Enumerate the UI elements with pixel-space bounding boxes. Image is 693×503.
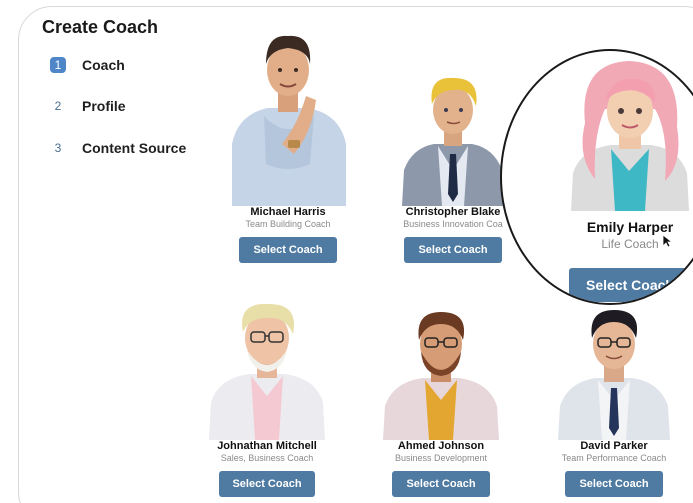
coach-name: Emily Harper: [586, 219, 674, 235]
coach-card-ahmed-johnson: Ahmed Johnson Business Development Selec…: [381, 308, 501, 497]
step-number: 2: [54, 99, 62, 113]
coach-role: Team Building Coach: [245, 219, 331, 229]
select-coach-button[interactable]: Select Coach: [404, 237, 502, 263]
step-number: 3: [54, 141, 62, 155]
coach-name: Christopher Blake: [405, 206, 501, 218]
coach-avatar: [209, 303, 325, 440]
coach-avatar: [558, 310, 670, 440]
select-coach-button[interactable]: Select Coach: [565, 471, 663, 497]
coach-card-michael-harris: Michael Harris Team Building Coach Selec…: [228, 24, 348, 263]
step-content-source[interactable]: 3 Content Source: [50, 140, 187, 156]
coach-name: David Parker: [580, 440, 648, 452]
coach-avatar: [402, 77, 504, 206]
coach-name: Johnathan Mitchell: [217, 440, 317, 452]
step-profile[interactable]: 2 Profile: [50, 98, 126, 114]
coach-card-david-parker: David Parker Team Performance Coach Sele…: [554, 306, 674, 497]
step-coach[interactable]: 1 Coach: [50, 57, 125, 73]
select-coach-button[interactable]: Select Coach: [569, 268, 691, 302]
coach-role: Business Development: [394, 453, 488, 463]
step-label: Profile: [82, 98, 126, 114]
select-coach-button[interactable]: Select Coach: [219, 471, 315, 497]
coach-card-emily-harper: Emily Harper Life Coach Select Coach: [542, 53, 693, 302]
coach-name: Michael Harris: [250, 206, 326, 218]
step-label: Coach: [82, 57, 125, 73]
coach-card-johnathan-mitchell: Johnathan Mitchell Sales, Business Coach…: [205, 298, 329, 497]
select-coach-button[interactable]: Select Coach: [239, 237, 337, 263]
coach-card-christopher-blake: Christopher Blake Business Innovation Co…: [393, 70, 513, 263]
coach-role: Sales, Business Coach: [220, 453, 314, 463]
step-number: 1: [50, 57, 66, 73]
select-coach-button[interactable]: Select Coach: [392, 471, 490, 497]
coach-role: Business Innovation Coa: [403, 219, 503, 229]
step-label: Content Source: [82, 140, 187, 156]
coach-avatar: [232, 35, 346, 206]
coach-avatar: [571, 61, 689, 211]
page-title: Create Coach: [42, 17, 159, 37]
mouse-cursor-icon: [662, 234, 674, 248]
coach-role: Team Performance Coach: [561, 453, 667, 463]
coach-name: Ahmed Johnson: [397, 440, 485, 452]
coach-avatar: [383, 312, 499, 440]
